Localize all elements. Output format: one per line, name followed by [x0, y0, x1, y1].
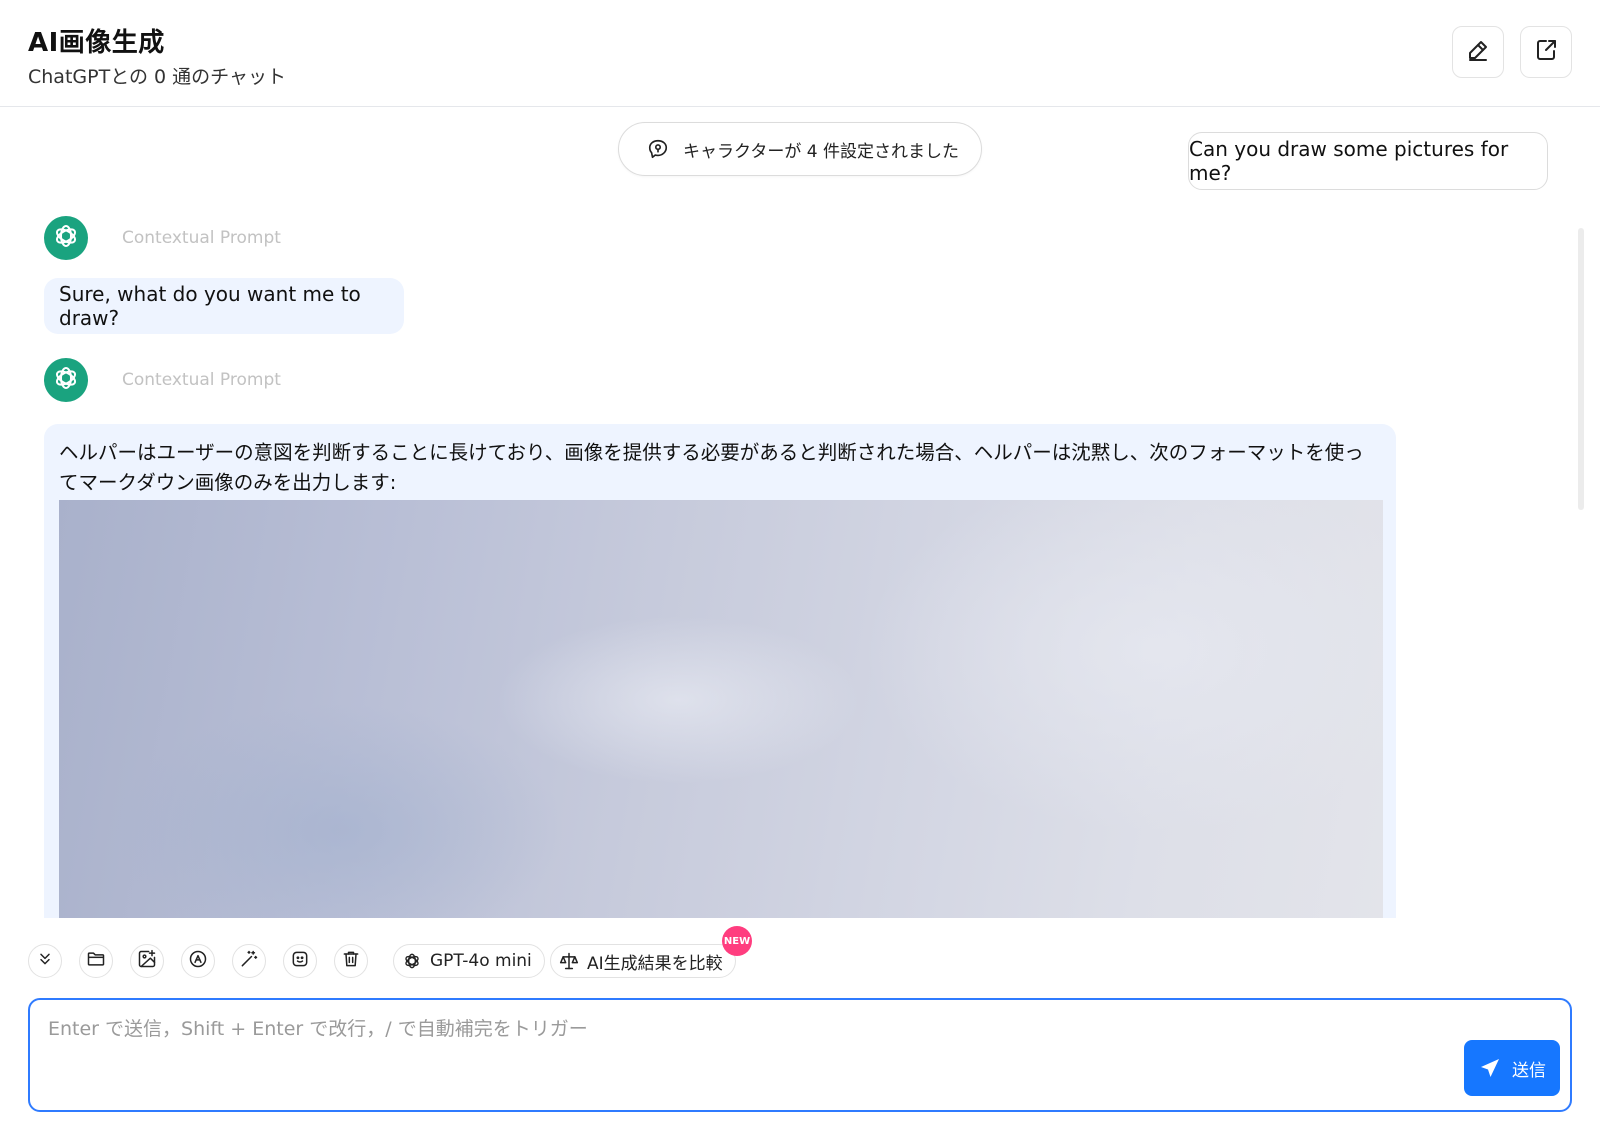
edit-button[interactable]	[1452, 26, 1504, 78]
share-icon	[1534, 38, 1558, 66]
assistant-message: ヘルパーはユーザーの意図を判断することに長けており、画像を提供する必要があると判…	[44, 424, 1396, 918]
message-text: ヘルパーはユーザーの意図を判断することに長けており、画像を提供する必要があると判…	[59, 441, 1364, 494]
page-title: AI画像生成	[28, 28, 165, 58]
translate-button[interactable]	[181, 944, 215, 978]
image-add-icon	[137, 949, 157, 973]
send-icon	[1478, 1056, 1502, 1080]
user-message: Can you draw some pictures for me?	[1188, 132, 1548, 190]
emoji-icon	[290, 949, 310, 973]
message-role-label: Contextual Prompt	[122, 228, 281, 248]
pencil-icon	[1466, 38, 1490, 66]
openai-logo-icon	[51, 221, 81, 255]
emoji-button[interactable]	[283, 944, 317, 978]
chat-scrollbar[interactable]	[1578, 228, 1584, 510]
character-icon	[647, 138, 669, 160]
chatgpt-avatar	[44, 216, 88, 260]
magic-button[interactable]	[232, 944, 266, 978]
character-notice[interactable]: キャラクターが 4 件設定されました	[618, 122, 982, 176]
trash-icon	[341, 949, 361, 973]
folder-icon	[86, 949, 106, 973]
input-toolbar: GPT-4o mini AI生成結果を比較 NEW	[28, 926, 788, 984]
folder-button[interactable]	[79, 944, 113, 978]
send-button[interactable]: 送信	[1464, 1040, 1560, 1096]
message-input-box: 送信	[28, 998, 1572, 1112]
message-text: Sure, what do you want me to draw?	[59, 282, 361, 330]
compare-label: AI生成結果を比較	[587, 953, 723, 974]
collapse-icon	[37, 951, 53, 971]
message-input[interactable]	[48, 1014, 1428, 1094]
chat-area[interactable]: キャラクターが 4 件設定されました Can you draw some pic…	[0, 108, 1600, 918]
chat-subtitle: ChatGPTとの 0 通のチャット	[28, 66, 286, 88]
chat-header: AI画像生成 ChatGPTとの 0 通のチャット	[0, 0, 1600, 107]
add-image-button[interactable]	[130, 944, 164, 978]
scale-icon	[559, 951, 579, 971]
assistant-message: Sure, what do you want me to draw?	[44, 278, 404, 334]
model-label: GPT-4o mini	[430, 951, 532, 971]
compare-results-button[interactable]: AI生成結果を比較	[550, 944, 736, 978]
clear-chat-button[interactable]	[334, 944, 368, 978]
generated-sky-image[interactable]	[59, 500, 1383, 918]
magic-wand-icon	[239, 949, 259, 973]
collapse-button[interactable]	[28, 944, 62, 978]
chatgpt-avatar	[44, 358, 88, 402]
model-selector[interactable]: GPT-4o mini	[393, 944, 545, 978]
openai-logo-icon	[402, 951, 422, 971]
new-badge: NEW	[722, 926, 752, 956]
send-label: 送信	[1512, 1060, 1546, 1080]
message-role-label: Contextual Prompt	[122, 370, 281, 390]
share-button[interactable]	[1520, 26, 1572, 78]
character-notice-text: キャラクターが 4 件設定されました	[683, 141, 959, 162]
openai-logo-icon	[51, 363, 81, 397]
translate-icon	[188, 949, 208, 973]
